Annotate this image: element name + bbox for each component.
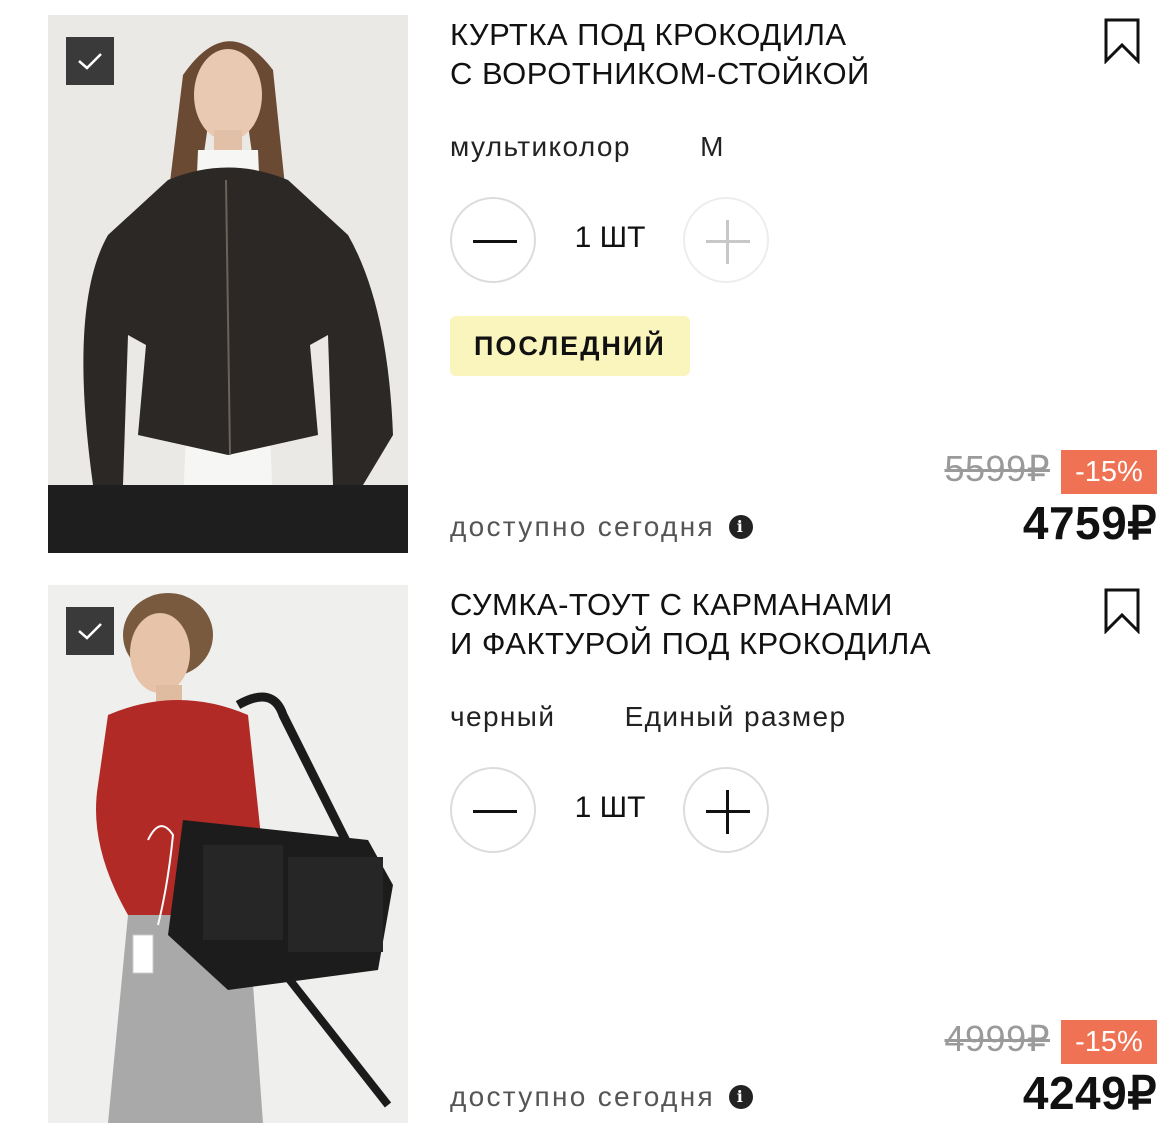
info-icon[interactable]: i bbox=[728, 515, 753, 539]
old-price: 5599₽ bbox=[944, 448, 1050, 489]
current-price: 4249₽ bbox=[1022, 1067, 1157, 1119]
minus-icon bbox=[473, 240, 517, 243]
cart-item: КУРТКА ПОД КРОКОДИЛА С ВОРОТНИКОМ-СТОЙКО… bbox=[0, 0, 1175, 570]
quantity-value: 1 ШТ bbox=[574, 221, 646, 254]
old-price: 4999₽ bbox=[944, 1018, 1050, 1059]
product-image-jacket bbox=[48, 15, 408, 553]
product-options: мультиколор M bbox=[450, 131, 725, 163]
checkmark-icon bbox=[78, 53, 102, 70]
bookmark-icon[interactable] bbox=[1102, 588, 1142, 634]
quantity-value: 1 ШТ bbox=[574, 791, 646, 824]
quantity-stepper: 1 ШТ bbox=[450, 767, 780, 857]
current-price: 4759₽ bbox=[1022, 497, 1157, 549]
checkmark-icon bbox=[78, 623, 102, 640]
select-checkbox[interactable] bbox=[66, 607, 114, 655]
product-image-bag bbox=[48, 585, 408, 1123]
discount-badge: -15% bbox=[1061, 1020, 1157, 1064]
availability: доступно сегодня i bbox=[450, 1081, 753, 1113]
quantity-stepper: 1 ШТ bbox=[450, 197, 780, 287]
product-photo[interactable] bbox=[48, 585, 408, 1123]
product-title[interactable]: СУМКА-ТОУТ С КАРМАНАМИ И ФАКТУРОЙ ПОД КР… bbox=[450, 585, 1070, 663]
color-value: черный bbox=[450, 701, 556, 732]
availability: доступно сегодня i bbox=[450, 511, 753, 543]
availability-text: доступно сегодня bbox=[450, 511, 715, 542]
color-value: мультиколор bbox=[450, 131, 631, 162]
size-value: M bbox=[700, 131, 725, 162]
product-photo[interactable] bbox=[48, 15, 408, 553]
increase-quantity-button[interactable] bbox=[683, 197, 769, 283]
select-checkbox[interactable] bbox=[66, 37, 114, 85]
cart-item: СУМКА-ТОУТ С КАРМАНАМИ И ФАКТУРОЙ ПОД КР… bbox=[0, 570, 1175, 1140]
last-item-badge: ПОСЛЕДНИЙ bbox=[450, 316, 690, 376]
minus-icon bbox=[473, 810, 517, 813]
info-icon[interactable]: i bbox=[728, 1085, 753, 1109]
product-options: черный Единый размер bbox=[450, 701, 847, 733]
bookmark-icon[interactable] bbox=[1102, 18, 1142, 64]
decrease-quantity-button[interactable] bbox=[450, 197, 536, 283]
discount-badge: -15% bbox=[1061, 450, 1157, 494]
product-title[interactable]: КУРТКА ПОД КРОКОДИЛА С ВОРОТНИКОМ-СТОЙКО… bbox=[450, 15, 1070, 93]
increase-quantity-button[interactable] bbox=[683, 767, 769, 853]
decrease-quantity-button[interactable] bbox=[450, 767, 536, 853]
size-value: Единый размер bbox=[624, 701, 847, 732]
availability-text: доступно сегодня bbox=[450, 1081, 715, 1112]
